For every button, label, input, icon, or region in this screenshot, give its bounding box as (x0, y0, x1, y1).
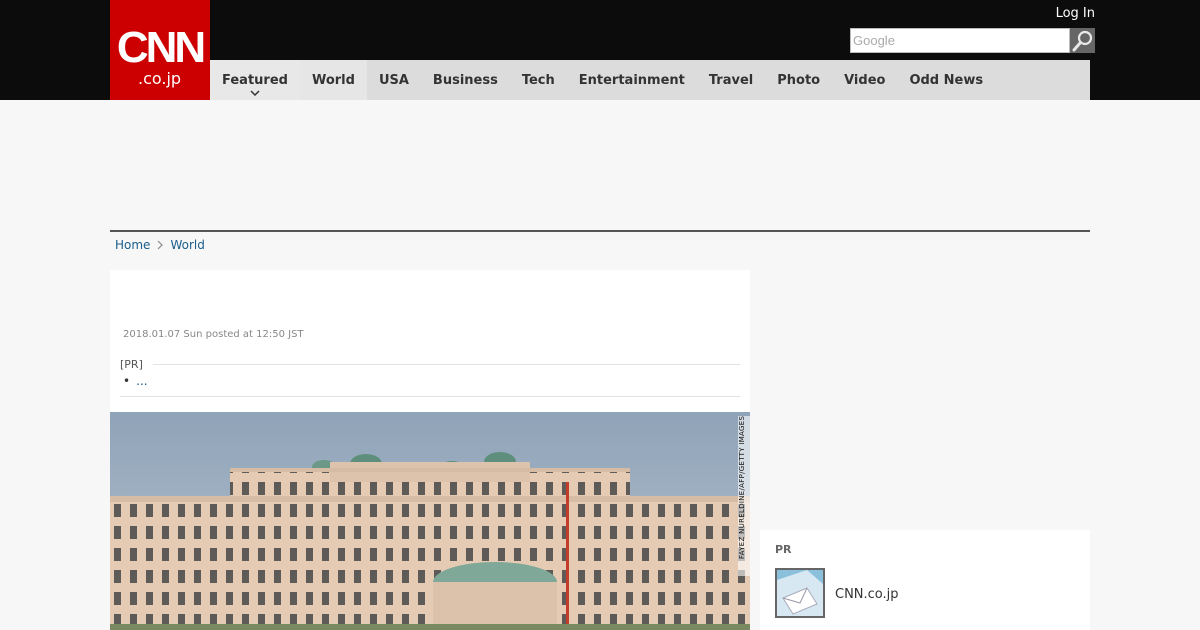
nav-label: Tech (521, 72, 555, 88)
login-link[interactable]: Log In (1056, 6, 1095, 21)
nav-label: Featured (222, 72, 288, 88)
nav-item-tech[interactable]: Tech (510, 60, 567, 100)
nav-item-photo[interactable]: Photo (765, 60, 832, 100)
main-nav: Featured World USA Business Tech Enterta… (210, 60, 1090, 100)
pr-label: [PR] (120, 358, 143, 371)
pr-link[interactable]: ... (136, 374, 147, 388)
pr-header: [PR] (120, 358, 740, 371)
nav-label: Odd News (909, 72, 984, 88)
nav-item-featured[interactable]: Featured (210, 60, 300, 100)
nav-label: Entertainment (578, 72, 685, 88)
photo-credit: FAYEZ NURELDINE/AFP/GETTY IMAGES (738, 416, 750, 576)
nav-label: Photo (777, 72, 821, 88)
breadcrumb: Home World (115, 238, 205, 252)
nav-item-usa[interactable]: USA (367, 60, 421, 100)
search-icon (1072, 30, 1092, 51)
nav-label: Video (844, 72, 886, 88)
article-photo (110, 412, 750, 630)
nav-item-world[interactable]: World (299, 60, 367, 100)
nav-label: Travel (708, 72, 754, 88)
logo-sub-text: .co.jp (138, 69, 182, 88)
pr-thumbnail[interactable] (775, 568, 825, 618)
nav-label: Business (432, 72, 498, 88)
breadcrumb-world[interactable]: World (170, 238, 204, 252)
pr-item-link[interactable]: CNN.co.jp (835, 587, 899, 602)
pr-bottom-divider (120, 396, 740, 397)
top-bar: CNN .co.jp Log In Google Featured World … (0, 0, 1200, 100)
search-button[interactable] (1070, 28, 1095, 53)
article-card: 2018.01.07 Sun posted at 12:50 JST [PR] … (110, 270, 750, 630)
nav-label: USA (378, 72, 409, 88)
nav-item-video[interactable]: Video (832, 60, 897, 100)
search-input[interactable]: Google (850, 28, 1070, 53)
chevron-right-icon (157, 240, 164, 250)
nav-item-odd-news[interactable]: Odd News (897, 60, 995, 100)
envelope-icon (777, 570, 823, 616)
chevron-down-icon (250, 90, 260, 96)
logo-main-text: CNN (116, 23, 206, 72)
cnn-logo[interactable]: CNN .co.jp (110, 0, 210, 100)
pr-divider (152, 364, 740, 365)
nav-item-business[interactable]: Business (421, 60, 510, 100)
pr-list-item: •... (123, 374, 148, 388)
bullet: • (123, 374, 131, 388)
nav-item-travel[interactable]: Travel (697, 60, 765, 100)
nav-label: World (311, 72, 355, 88)
nav-item-entertainment[interactable]: Entertainment (567, 60, 697, 100)
sidebar-pr: PR CNN.co.jp (760, 530, 1090, 630)
sidebar-pr-label: PR (775, 543, 792, 556)
post-date: 2018.01.07 Sun posted at 12:50 JST (123, 329, 304, 340)
section-divider (110, 230, 1090, 232)
breadcrumb-home[interactable]: Home (115, 238, 150, 252)
